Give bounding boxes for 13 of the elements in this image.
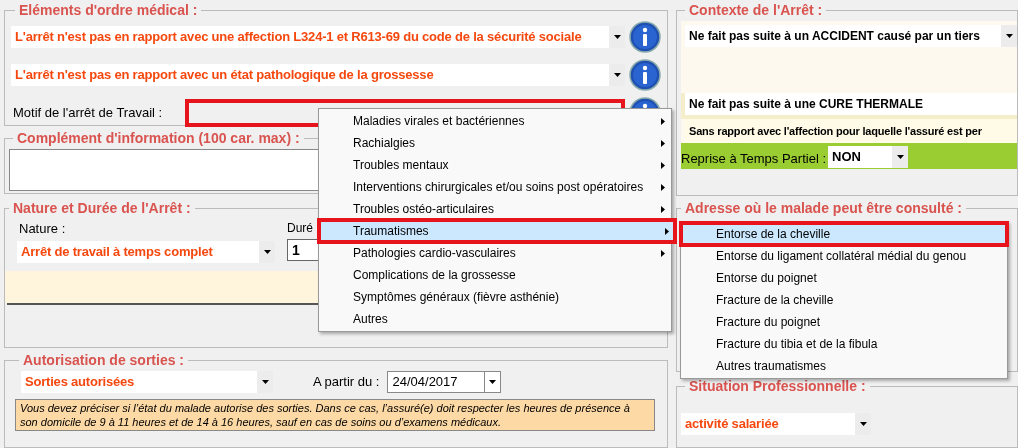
section-title: Situation Professionnelle :: [688, 377, 867, 396]
field-label: A partir du :: [313, 373, 380, 392]
section-title: Adresse où le malade peut être consulté :: [684, 199, 963, 218]
field-label: Nature :: [18, 220, 67, 238]
section-title: Nature et Durée de l'Arrêt :: [12, 199, 192, 218]
field-label: Reprise à Temps Partiel :: [681, 150, 826, 168]
section-title: Contexte de l'Arrêt :: [688, 1, 824, 20]
section-title: Complément d'information (100 car. max) :: [16, 129, 301, 148]
field-label: Duré: [287, 220, 314, 237]
section-title: Autorisation de sorties :: [22, 351, 186, 370]
field-label: Motif de l'arrêt de Travail :: [12, 104, 164, 123]
notice-text: Vous devez préciser si l’état du malade autorise des sorties. Dans ce cas, l’assuré(e) doit respecter les heures de présence à son domicile de 9 à 11 heures et de 14 à 16 heures, sauf en cas de soins ou d’examens médicaux.: [15, 399, 655, 431]
section-title: Eléments d'ordre médical :: [18, 1, 199, 20]
